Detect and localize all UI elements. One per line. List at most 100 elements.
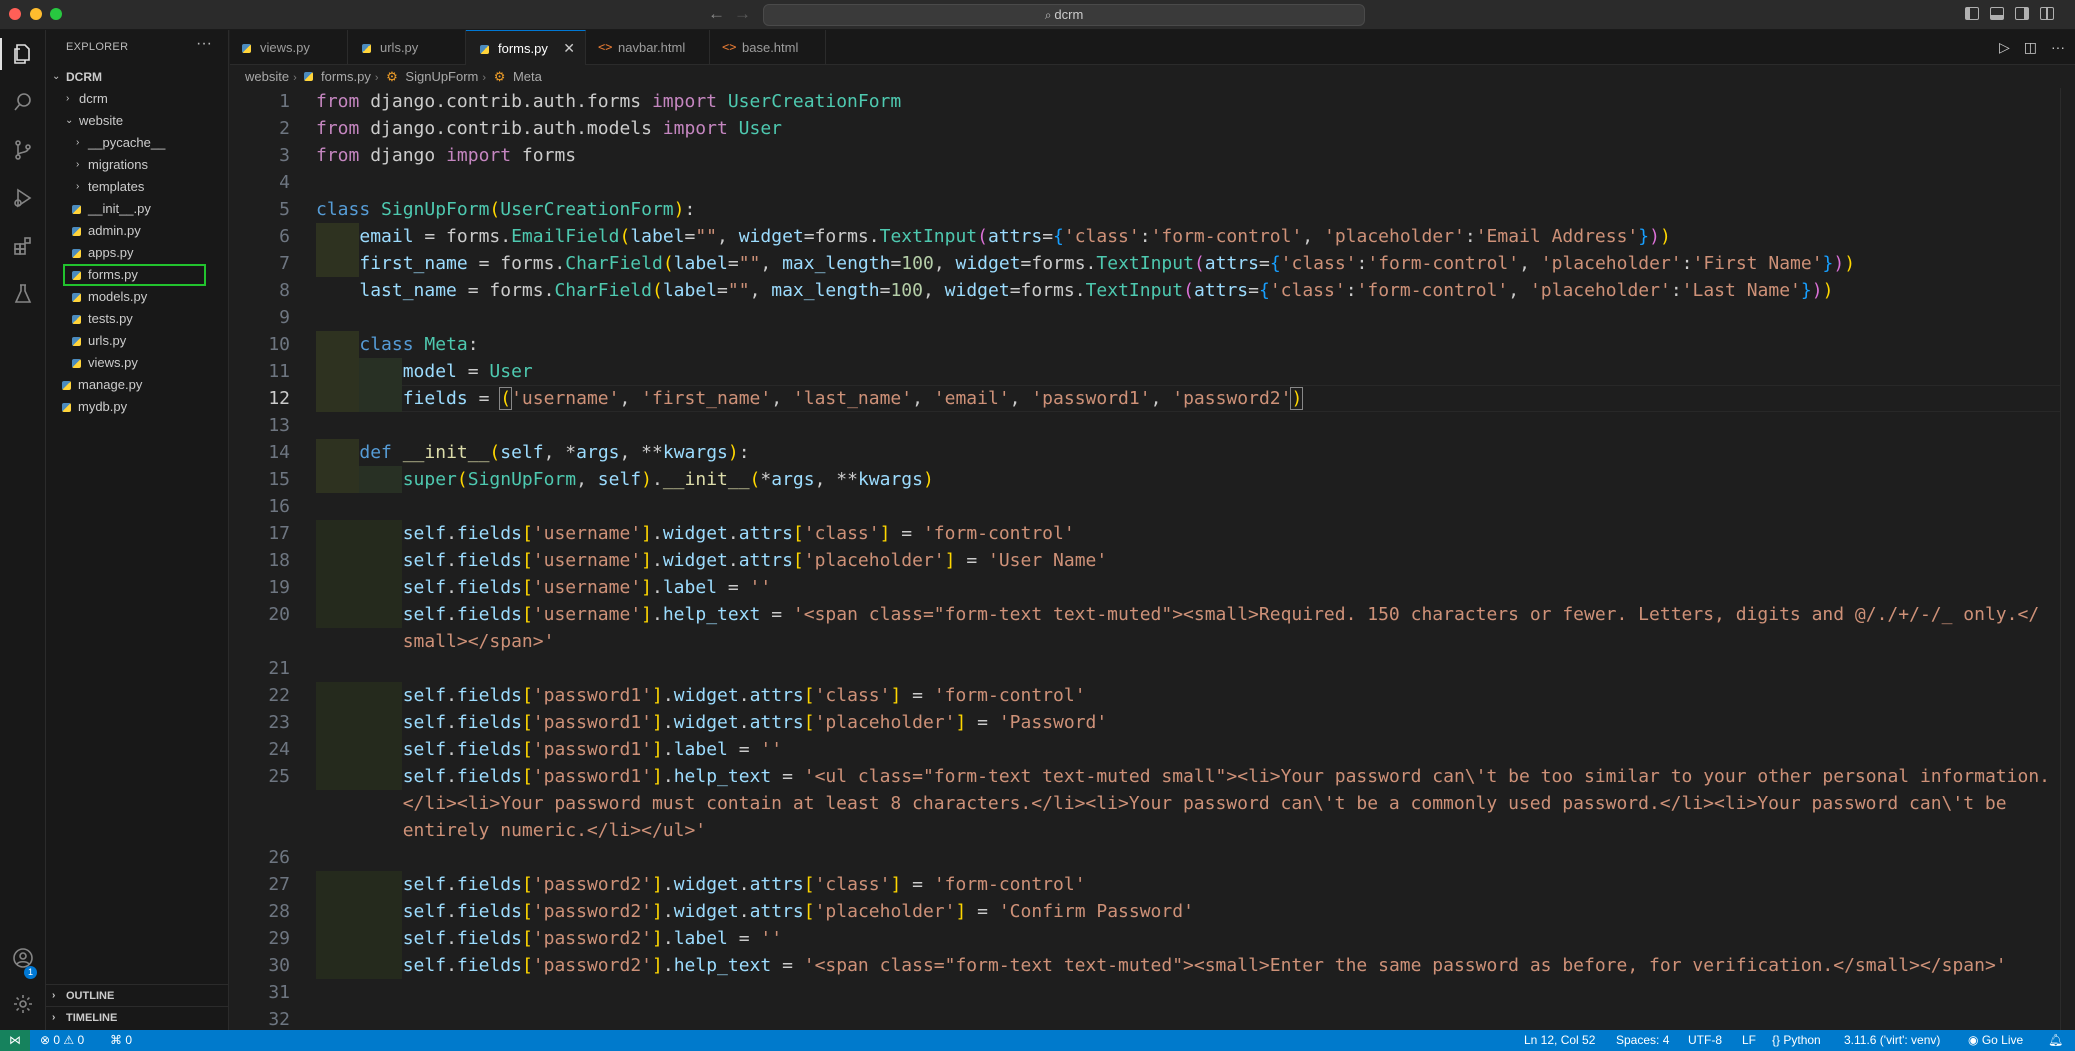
notifications-bell-icon[interactable]: 🔔︎ <box>2048 1030 2063 1051</box>
code-editor[interactable]: 1 2 3 4 5 6 7 8 9 10 11 12 13 14 15 16 17 18 19 20 21 22 23 24 2… <box>230 88 2060 1030</box>
more-actions-icon[interactable]: ··· <box>2051 39 2065 55</box>
remote-indicator-icon[interactable]: ⋈ <box>0 1030 30 1051</box>
line-number: 11 <box>268 361 290 382</box>
eol-setting[interactable]: LF <box>1742 1030 1756 1051</box>
python-file-icon <box>72 205 81 214</box>
line-number: 12 <box>268 388 290 409</box>
tree-folder-dcrm[interactable]: › dcrm <box>46 88 229 110</box>
status-bar: ⋈ ⊗ 0 ⚠ 0 ⌘ 0 Ln 12, Col 52 Spaces: 4 UT… <box>0 1030 2075 1051</box>
tree-folder-templates[interactable]: › templates <box>46 176 229 198</box>
line-number: 20 <box>268 604 290 625</box>
line-number: 26 <box>268 847 290 868</box>
line-number: 13 <box>268 415 290 436</box>
tree-file-models[interactable]: models.py <box>46 286 229 308</box>
tab-urls-py[interactable]: urls.py <box>348 30 466 65</box>
forward-arrow-icon[interactable]: → <box>734 4 751 24</box>
line-number: 17 <box>268 523 290 544</box>
tab-navbar-html[interactable]: <> navbar.html <box>586 30 710 65</box>
breadcrumb: website › forms.py › ⚙ SignUpForm › ⚙ Meta <box>245 67 546 87</box>
explorer-sidebar: EXPLORER ··· ⌄ DCRM › dcrm ⌄ website › _… <box>46 30 229 1030</box>
run-debug-icon[interactable] <box>0 178 46 218</box>
breadcrumb-file[interactable]: forms.py <box>321 69 371 84</box>
activity-bar: 1 <box>0 30 46 1030</box>
more-actions-icon[interactable]: ··· <box>196 35 212 53</box>
chevron-right-icon: › <box>52 990 56 1001</box>
indentation-setting[interactable]: Spaces: 4 <box>1616 1030 1669 1051</box>
problems-indicator[interactable]: ⊗ 0 ⚠ 0 <box>40 1030 84 1051</box>
source-control-icon[interactable] <box>0 130 46 170</box>
cursor-position[interactable]: Ln 12, Col 52 <box>1524 1030 1595 1051</box>
python-interpreter[interactable]: 3.11.6 ('virt': venv) <box>1844 1030 1940 1051</box>
settings-gear-icon[interactable] <box>0 984 46 1024</box>
line-number: 27 <box>268 874 290 895</box>
breadcrumb-member[interactable]: Meta <box>513 69 542 84</box>
line-number: 19 <box>268 577 290 598</box>
python-file-icon <box>72 249 81 258</box>
tab-views-py[interactable]: views.py <box>230 30 348 65</box>
command-center-search[interactable]: ⌕ dcrm <box>763 4 1365 26</box>
tree-folder-migrations[interactable]: › migrations <box>46 154 229 176</box>
run-icon[interactable]: ▷ <box>1999 39 2010 55</box>
line-number: 9 <box>279 307 290 328</box>
breadcrumb-folder[interactable]: website <box>245 69 289 84</box>
chevron-right-icon: › <box>482 72 487 84</box>
minimize-window-button[interactable] <box>30 8 42 20</box>
tree-file-manage[interactable]: manage.py <box>46 374 229 396</box>
tree-file-tests[interactable]: tests.py <box>46 308 229 330</box>
tree-file-forms[interactable]: forms.py <box>63 264 206 286</box>
toggle-secondary-sidebar-icon[interactable] <box>2015 7 2029 20</box>
outline-section[interactable]: › OUTLINE <box>46 984 229 1006</box>
tree-folder-website[interactable]: ⌄ website <box>46 110 229 132</box>
maximize-window-button[interactable] <box>50 8 62 20</box>
close-tab-icon[interactable]: ✕ <box>563 31 575 66</box>
line-number: 10 <box>268 334 290 355</box>
python-file-icon <box>72 359 81 368</box>
encoding-setting[interactable]: UTF-8 <box>1688 1030 1722 1051</box>
tree-file-views[interactable]: views.py <box>46 352 229 374</box>
python-file-icon <box>304 72 314 81</box>
workspace-root[interactable]: ⌄ DCRM <box>46 66 229 88</box>
line-number: 7 <box>279 253 290 274</box>
html-file-icon: <> <box>722 40 737 54</box>
line-number: 16 <box>268 496 290 517</box>
tree-file-urls[interactable]: urls.py <box>46 330 229 352</box>
testing-icon[interactable] <box>0 274 46 314</box>
close-window-button[interactable] <box>9 8 21 20</box>
line-number: 22 <box>268 685 290 706</box>
ports-indicator[interactable]: ⌘ 0 <box>110 1030 132 1051</box>
editor-actions: ▷ ◫ ··· <box>1985 30 2065 65</box>
toggle-panel-icon[interactable] <box>1990 7 2004 20</box>
line-number: 15 <box>268 469 290 490</box>
search-icon: ⌕ <box>1044 8 1052 22</box>
go-live-button[interactable]: ◉ Go Live <box>1968 1030 2023 1051</box>
explorer-icon[interactable] <box>0 34 46 74</box>
python-file-icon <box>242 44 251 53</box>
timeline-section[interactable]: › TIMELINE <box>46 1006 229 1028</box>
extensions-icon[interactable] <box>0 226 46 266</box>
broadcast-icon: ◉ <box>1968 1033 1982 1047</box>
customize-layout-icon[interactable] <box>2040 7 2054 20</box>
line-number: 14 <box>268 442 290 463</box>
tab-base-html[interactable]: <> base.html <box>710 30 826 65</box>
symbol-class-icon: ⚙ <box>386 69 398 84</box>
tree-file-mydb[interactable]: mydb.py <box>46 396 229 418</box>
tree-file-init[interactable]: __init__.py <box>46 198 229 220</box>
breadcrumb-class[interactable]: SignUpForm <box>405 69 478 84</box>
accounts-badge: 1 <box>24 966 37 979</box>
tree-folder-pycache[interactable]: › __pycache__ <box>46 132 229 154</box>
line-number: 28 <box>268 901 290 922</box>
editor-scrollbar[interactable] <box>2060 88 2075 1030</box>
chevron-right-icon: › <box>76 181 80 192</box>
python-file-icon <box>72 227 81 236</box>
language-mode[interactable]: {} Python <box>1772 1030 1821 1051</box>
accounts-icon[interactable]: 1 <box>0 938 46 979</box>
toggle-primary-sidebar-icon[interactable] <box>1965 7 1979 20</box>
explorer-title: EXPLORER <box>66 41 129 53</box>
back-arrow-icon[interactable]: ← <box>708 4 725 24</box>
split-editor-icon[interactable]: ◫ <box>2024 39 2037 55</box>
tab-forms-py[interactable]: forms.py ✕ <box>466 30 586 65</box>
tree-file-admin[interactable]: admin.py <box>46 220 229 242</box>
tree-file-apps[interactable]: apps.py <box>46 242 229 264</box>
search-icon[interactable] <box>0 82 46 122</box>
chevron-right-icon: › <box>76 137 80 148</box>
